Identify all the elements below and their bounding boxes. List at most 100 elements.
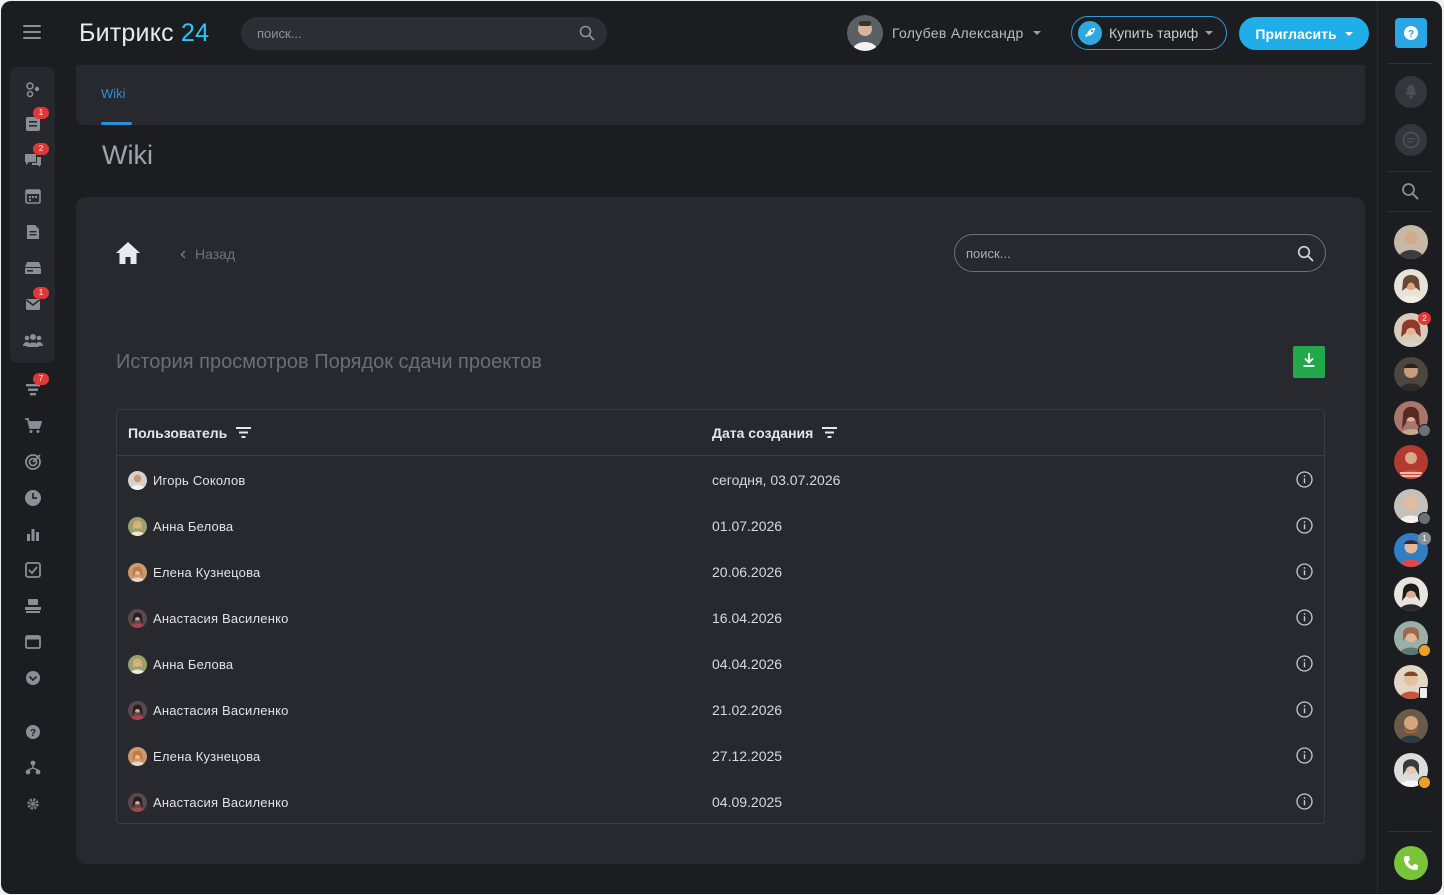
info-icon[interactable]	[1296, 517, 1313, 534]
user-cell[interactable]: Анастасия Василенко	[128, 609, 289, 628]
table-row: Анна Белова 01.07.2026	[117, 503, 1324, 549]
user-cell[interactable]: Анастасия Василенко	[128, 793, 289, 812]
user-avatar	[128, 563, 147, 582]
table-row: Анастасия Василенко 04.09.2025	[117, 779, 1324, 825]
menu-icon[interactable]	[23, 25, 41, 39]
user-name: Елена Кузнецова	[153, 565, 261, 580]
nav-checklist-icon[interactable]	[23, 560, 43, 580]
nav-automation-icon[interactable]	[23, 596, 43, 616]
user-name: Анастасия Василенко	[153, 611, 289, 626]
user-name: Анна Белова	[153, 519, 234, 534]
download-button[interactable]	[1293, 346, 1325, 378]
nav-more-icon[interactable]	[23, 668, 43, 688]
info-icon[interactable]	[1296, 563, 1313, 580]
wiki-search[interactable]	[954, 234, 1326, 272]
contact-badge: 2	[1418, 312, 1431, 325]
back-link[interactable]: Назад	[180, 246, 235, 262]
user-avatar	[128, 517, 147, 536]
back-label: Назад	[195, 246, 236, 262]
column-label: Дата создания	[712, 425, 814, 441]
info-icon[interactable]	[1296, 471, 1313, 488]
nav-reports-icon[interactable]	[23, 524, 43, 544]
help-icon[interactable]: ?	[1395, 18, 1427, 48]
contact-avatar[interactable]	[1394, 709, 1428, 743]
divider	[1388, 831, 1433, 832]
user-avatar	[128, 793, 147, 812]
column-label: Пользователь	[128, 425, 228, 441]
contact-avatar[interactable]	[1394, 357, 1428, 391]
global-search-input[interactable]	[241, 17, 607, 50]
nav-timeman-icon[interactable]	[23, 488, 43, 508]
help-icon[interactable]: ?	[23, 722, 43, 742]
contact-status-icon	[1418, 512, 1431, 525]
app-window: Битрикс 24 Голубев Александр Купить тари…	[1, 1, 1442, 894]
user-cell[interactable]: Елена Кузнецова	[128, 563, 260, 582]
wiki-search-input[interactable]	[955, 235, 1325, 271]
filter-icon[interactable]	[822, 425, 838, 441]
user-name: Игорь Соколов	[153, 473, 246, 488]
info-icon[interactable]	[1296, 655, 1313, 672]
home-icon[interactable]	[115, 240, 141, 271]
date-cell: сегодня, 03.07.2026	[712, 472, 841, 488]
contact-avatar[interactable]	[1394, 577, 1428, 611]
nav-docs-icon[interactable]	[23, 222, 43, 242]
wiki-content: Назад История просмотров Порядок сдачи п…	[76, 197, 1365, 864]
right-sidebar: ? 2 1	[1377, 1, 1442, 894]
user-avatar	[128, 701, 147, 720]
filter-icon[interactable]	[236, 425, 252, 441]
contact-avatar[interactable]	[1394, 225, 1428, 259]
divider	[1388, 171, 1433, 172]
tab-wiki[interactable]: Wiki	[101, 86, 126, 101]
search-icon[interactable]	[579, 25, 595, 46]
user-cell[interactable]: Анастасия Василенко	[128, 701, 289, 720]
user-name: Голубев Александр	[892, 25, 1024, 41]
contact-avatar[interactable]	[1394, 445, 1428, 479]
search-icon[interactable]	[1297, 245, 1314, 267]
user-cell[interactable]: Игорь Соколов	[128, 471, 246, 490]
buy-tariff-button[interactable]: Купить тариф	[1071, 16, 1227, 50]
notifications-bell-icon[interactable]	[1395, 76, 1427, 108]
info-icon[interactable]	[1296, 793, 1313, 810]
user-menu[interactable]: Голубев Александр	[847, 15, 1041, 51]
user-cell[interactable]: Елена Кузнецова	[128, 747, 260, 766]
invite-button[interactable]: Пригласить	[1239, 17, 1369, 50]
nav-shop-icon[interactable]	[23, 416, 43, 436]
info-icon[interactable]	[1296, 747, 1313, 764]
nav-employees-icon[interactable]	[23, 330, 43, 350]
top-bar: Битрикс 24 Голубев Александр Купить тари…	[1, 1, 1377, 65]
nav-marketing-icon[interactable]	[23, 452, 43, 472]
table-row: Анастасия Василенко 16.04.2026	[117, 595, 1324, 641]
user-cell[interactable]: Анна Белова	[128, 517, 233, 536]
user-name: Анастасия Василенко	[153, 795, 289, 810]
user-avatar	[847, 15, 883, 51]
mobile-status-icon	[1419, 687, 1428, 699]
user-cell[interactable]: Анна Белова	[128, 655, 233, 674]
invite-label: Пригласить	[1255, 25, 1337, 42]
left-sidebar: 1 2 1 7 ?	[1, 65, 65, 894]
messenger-icon[interactable]	[1395, 124, 1427, 156]
chevron-down-icon	[1344, 31, 1353, 36]
chevron-left-icon	[180, 246, 186, 262]
column-header-user[interactable]: Пользователь	[128, 425, 252, 441]
structure-icon[interactable]	[23, 758, 43, 778]
table-header: Пользователь Дата создания	[117, 410, 1324, 456]
logo[interactable]: Битрикс 24	[79, 19, 209, 48]
date-cell: 21.02.2026	[712, 702, 783, 718]
nav-calendar-icon[interactable]	[23, 186, 43, 206]
contact-avatar[interactable]	[1394, 269, 1428, 303]
date-cell: 20.06.2026	[712, 564, 783, 580]
column-header-date[interactable]: Дата создания	[712, 425, 838, 441]
nav-sites-icon[interactable]	[23, 632, 43, 652]
info-icon[interactable]	[1296, 701, 1313, 718]
info-icon[interactable]	[1296, 609, 1313, 626]
search-icon[interactable]	[1401, 182, 1419, 205]
global-search[interactable]	[241, 17, 607, 50]
nav-feed-icon[interactable]	[23, 79, 43, 99]
phone-icon[interactable]	[1394, 846, 1428, 880]
nav-drive-icon[interactable]	[23, 258, 43, 278]
table-row: Игорь Соколов сегодня, 03.07.2026	[117, 457, 1324, 503]
gear-icon[interactable]	[23, 794, 43, 814]
buy-tariff-label: Купить тариф	[1109, 25, 1199, 41]
contact-badge: 1	[1418, 532, 1431, 545]
tab-panel: Wiki	[76, 65, 1365, 125]
